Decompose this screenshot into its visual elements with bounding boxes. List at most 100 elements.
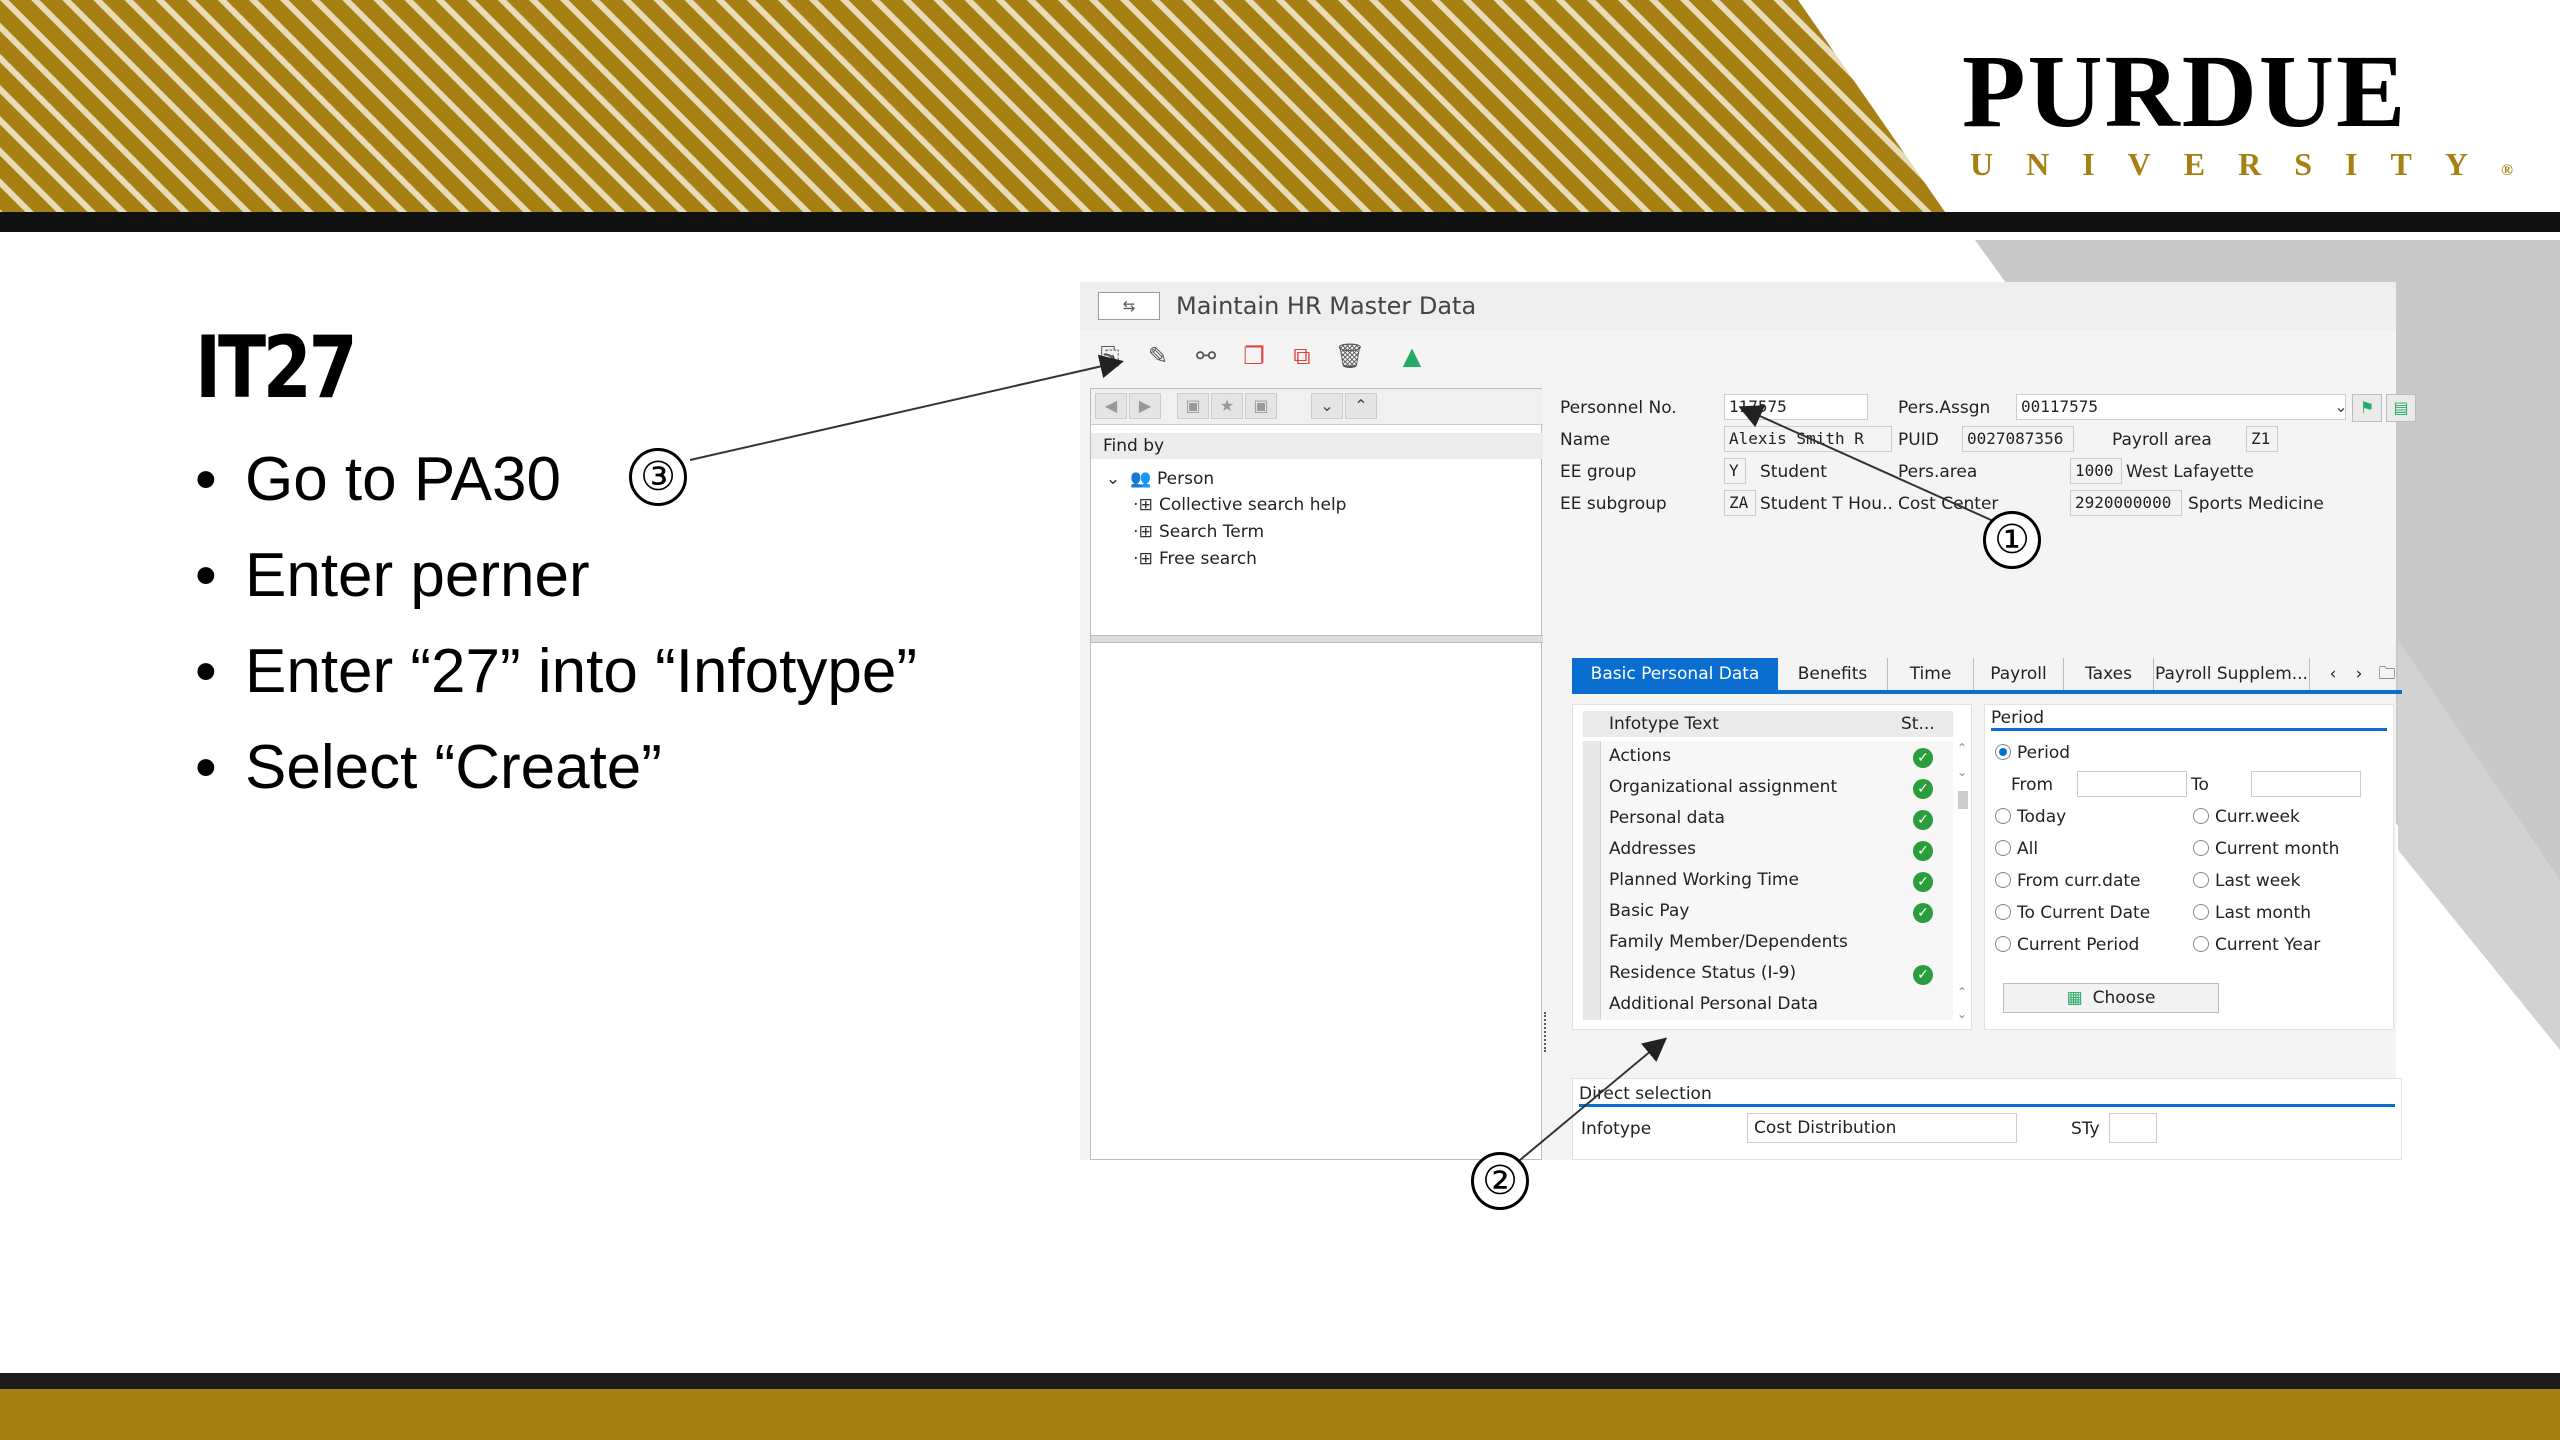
scroll-thumb[interactable] — [1958, 791, 1968, 809]
create-icon[interactable]: ⎘ — [1094, 340, 1126, 372]
checkmark-icon: ✓ — [1913, 779, 1933, 799]
radio-current-month[interactable]: Current month — [2193, 839, 2339, 859]
subtype-input[interactable] — [2109, 1113, 2157, 1143]
infotype-row[interactable]: Addresses ✓ — [1583, 834, 1953, 865]
tab-time[interactable]: Time — [1888, 658, 1974, 690]
folder-icon[interactable]: ▣ — [1177, 393, 1209, 419]
overview-icon[interactable]: ▲ — [1396, 340, 1428, 372]
ee-group-code: Y — [1724, 458, 1746, 484]
radio-current-year[interactable]: Current Year — [2193, 935, 2320, 955]
org-structure-icon[interactable]: ⚑ — [2352, 394, 2382, 422]
scroll-down-icon[interactable]: ⌄ — [1957, 1007, 1967, 1021]
tab-taxes[interactable]: Taxes — [2064, 658, 2154, 690]
radio-today[interactable]: Today — [1995, 807, 2066, 827]
infotype-row[interactable]: Personal data ✓ — [1583, 803, 1953, 834]
instruction-list: Go to PA30 Enter perner Enter “27” into … — [195, 432, 917, 816]
collapse-all-icon[interactable]: ⌃ — [1345, 393, 1377, 419]
choose-button[interactable]: ▦ Choose — [2003, 983, 2219, 1013]
change-icon[interactable]: ✎ — [1142, 340, 1174, 372]
ee-group-label: EE group — [1560, 462, 1637, 482]
from-label: From — [2011, 775, 2054, 795]
tab-payroll-supplement[interactable]: Payroll Supplem... — [2154, 658, 2310, 690]
infotype-list-header: Infotype Text St... — [1583, 711, 1953, 737]
tab-list-icon[interactable]: 🗀 — [2372, 658, 2402, 690]
infotype-row[interactable]: Planned Working Time ✓ — [1583, 865, 1953, 896]
favorite-folder-icon[interactable]: ▣ — [1245, 393, 1277, 419]
ee-group-text: Student — [1760, 462, 1827, 482]
display-icon[interactable]: ⚯ — [1190, 340, 1222, 372]
personnel-no-field[interactable]: 117575 — [1724, 394, 1868, 420]
checkmark-icon: ✓ — [1913, 903, 1933, 923]
scroll-up-icon[interactable]: ⌃ — [1957, 985, 1967, 999]
sap-title-bar: ⇆ Maintain HR Master Data — [1080, 282, 2396, 330]
bottom-rule — [0, 1373, 2560, 1389]
tab-scroll-left-icon[interactable]: ‹ — [2320, 658, 2346, 690]
tree-item-search-term[interactable]: ·⊞ Search Term — [1131, 522, 1264, 542]
from-date-input[interactable] — [2077, 771, 2187, 797]
copy-icon[interactable]: ❐ — [1238, 340, 1270, 372]
sty-label: STy — [2071, 1119, 2100, 1139]
binoculars-icon: ·⊞ — [1133, 549, 1153, 569]
tab-basic-personal-data[interactable]: Basic Personal Data — [1572, 658, 1778, 690]
bullet-item: Enter “27” into “Infotype” — [195, 624, 917, 720]
radio-all[interactable]: All — [1995, 839, 2038, 859]
infotype-scrollbar[interactable]: ⌃ ⌄ ⌃ ⌄ — [1955, 741, 1971, 1027]
pers-assgn-dropdown[interactable]: 00117575 — [2016, 394, 2346, 420]
tree-node-person[interactable]: ⌄ 👥 Person — [1101, 469, 1214, 489]
binoculars-icon: ·⊞ — [1133, 495, 1153, 515]
col-infotype-text[interactable]: Infotype Text — [1609, 711, 1719, 737]
checkmark-icon: ✓ — [1913, 748, 1933, 768]
ee-subgroup-code: ZA — [1724, 490, 1756, 516]
radio-from-curr-date[interactable]: From curr.date — [1995, 871, 2141, 891]
col-status[interactable]: St... — [1901, 711, 1935, 737]
forward-arrow-icon[interactable]: ▶ — [1129, 393, 1161, 419]
tree-item-collective-search[interactable]: ·⊞ Collective search help — [1131, 495, 1346, 515]
scroll-up-icon[interactable]: ⌃ — [1957, 741, 1967, 755]
infotype-row[interactable]: Residence Status (I-9) ✓ — [1583, 958, 1953, 989]
window-title: Maintain HR Master Data — [1176, 292, 1477, 320]
to-date-input[interactable] — [2251, 771, 2361, 797]
tab-payroll[interactable]: Payroll — [1974, 658, 2064, 690]
puid-field: 0027087356 — [1962, 426, 2074, 452]
window-menu-icon[interactable]: ⇆ — [1098, 292, 1160, 320]
pers-assgn-label: Pers.Assgn — [1898, 398, 1991, 418]
tab-strip: Basic Personal Data Benefits Time Payrol… — [1572, 658, 2402, 694]
callout-1: ① — [1983, 511, 2041, 569]
favorite-icon[interactable]: ★ — [1211, 393, 1243, 419]
pane-splitter[interactable] — [1091, 635, 1543, 643]
radio-curr-week[interactable]: Curr.week — [2193, 807, 2300, 827]
scroll-down-icon[interactable]: ⌄ — [1957, 765, 1967, 779]
tab-benefits[interactable]: Benefits — [1778, 658, 1888, 690]
sap-toolbar: ⎘ ✎ ⚯ ❐ ⧉ 🗑 ▲ — [1080, 334, 2396, 380]
expand-all-icon[interactable]: ⌄ — [1311, 393, 1343, 419]
radio-last-month[interactable]: Last month — [2193, 903, 2311, 923]
calendar-icon: ▦ — [2066, 988, 2083, 1008]
infotype-row[interactable]: Additional Personal Data — [1583, 989, 1953, 1020]
delete-icon[interactable]: 🗑 — [1334, 340, 1366, 372]
vertical-splitter[interactable] — [1544, 1012, 1550, 1052]
radio-to-current-date[interactable]: To Current Date — [1995, 903, 2150, 923]
radio-current-period[interactable]: Current Period — [1995, 935, 2139, 955]
pers-area-text: West Lafayette — [2126, 462, 2254, 482]
header-row-1: Personnel No. 117575 Pers.Assgn 00117575… — [1552, 394, 2416, 422]
logo-university: UNIVERSITY® — [1970, 146, 2513, 182]
pers-area-code: 1000 — [2070, 458, 2122, 484]
personnel-no-label: Personnel No. — [1560, 398, 1677, 418]
radio-last-week[interactable]: Last week — [2193, 871, 2300, 891]
people-icon: 👥 — [1130, 469, 1152, 489]
infotype-row[interactable]: Basic Pay ✓ — [1583, 896, 1953, 927]
infotype-input[interactable]: Cost Distribution — [1747, 1113, 2017, 1143]
tree-item-free-search[interactable]: ·⊞ Free search — [1131, 549, 1257, 569]
checkmark-icon: ✓ — [1913, 965, 1933, 985]
person-card-icon[interactable]: ▤ — [2386, 394, 2416, 422]
back-arrow-icon[interactable]: ◀ — [1095, 393, 1127, 419]
infotype-row[interactable]: Organizational assignment ✓ — [1583, 772, 1953, 803]
delimit-icon[interactable]: ⧉ — [1286, 340, 1318, 372]
infotype-row[interactable]: Family Member/Dependents — [1583, 927, 1953, 958]
tab-scroll-right-icon[interactable]: › — [2346, 658, 2372, 690]
slide-title: IT27 — [195, 318, 358, 418]
name-label: Name — [1560, 430, 1611, 450]
direct-selection-title: Direct selection — [1579, 1081, 2395, 1107]
radio-period[interactable]: Period — [1995, 743, 2070, 763]
infotype-row[interactable]: Actions ✓ — [1583, 741, 1953, 772]
